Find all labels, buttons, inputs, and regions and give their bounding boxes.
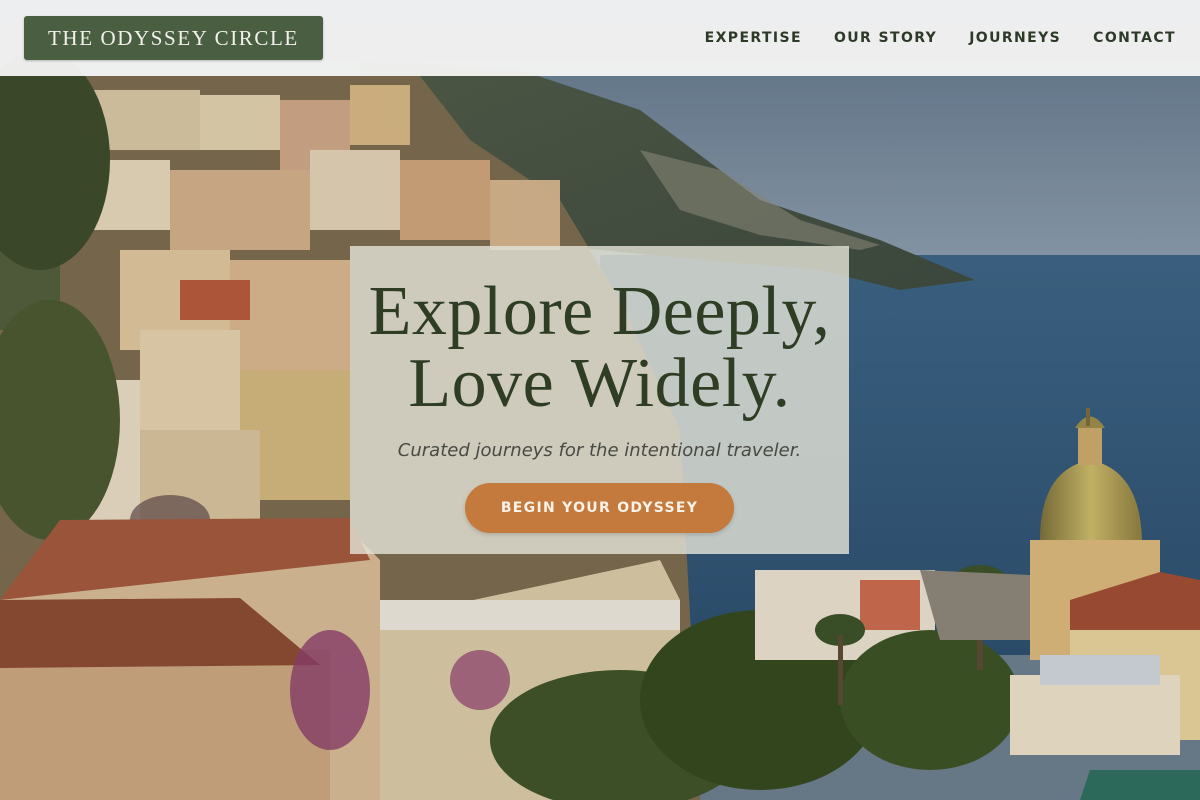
hero-headline: Explore Deeply, Love Widely.: [369, 276, 831, 420]
nav-item-journeys[interactable]: JOURNEYS: [969, 30, 1061, 46]
hero-card: Explore Deeply, Love Widely. Curated jou…: [350, 246, 849, 554]
brand-name: THE ODYSSEY CIRCLE: [48, 25, 299, 50]
nav-item-contact[interactable]: CONTACT: [1093, 30, 1176, 46]
hero-tagline: Curated journeys for the intentional tra…: [397, 440, 802, 461]
nav-item-expertise[interactable]: EXPERTISE: [705, 30, 802, 46]
begin-odyssey-button[interactable]: BEGIN YOUR ODYSSEY: [465, 483, 734, 533]
hero-headline-line-2: Love Widely.: [408, 345, 791, 422]
nav-item-our-story[interactable]: OUR STORY: [834, 30, 937, 46]
hero-headline-line-1: Explore Deeply,: [368, 273, 831, 350]
main-nav: EXPERTISE OUR STORY JOURNEYS CONTACT: [705, 30, 1176, 46]
site-header: THE ODYSSEY CIRCLE EXPERTISE OUR STORY J…: [0, 0, 1200, 76]
brand-logo[interactable]: THE ODYSSEY CIRCLE: [24, 16, 323, 60]
